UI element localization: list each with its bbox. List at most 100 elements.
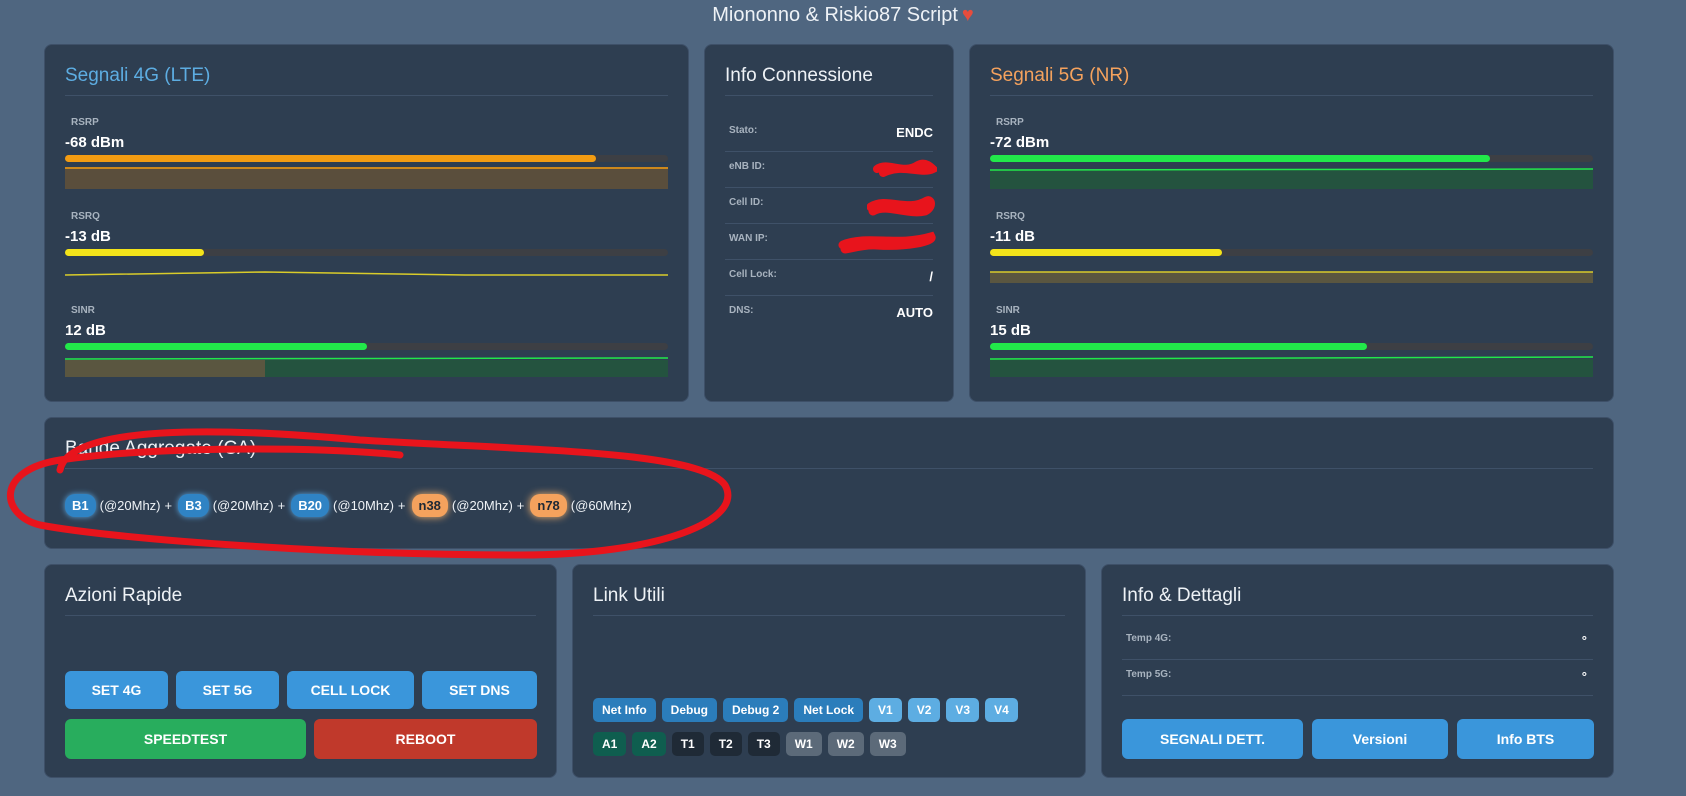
divider xyxy=(990,95,1593,96)
conn-key: eNB ID: xyxy=(729,161,766,172)
band-bandwidth: (@20Mhz) xyxy=(451,498,513,513)
lte-signals-card: Segnali 4G (LTE) RSRP -68 dBm RSRQ -13 d… xyxy=(44,44,689,402)
band-separator: + xyxy=(164,498,173,513)
link-w1[interactable]: W1 xyxy=(785,732,822,756)
conn-row-cellid: Cell ID: xyxy=(725,187,935,224)
conn-key: DNS: xyxy=(729,305,754,316)
temp-4g-label: Temp 4G: xyxy=(1126,633,1172,644)
lte-rsrp-bar xyxy=(65,155,668,162)
temp-5g-row: Temp 5G: ° xyxy=(1122,659,1593,696)
nr-sinr-fill xyxy=(990,343,1367,350)
link-a1[interactable]: A1 xyxy=(593,732,627,756)
speedtest-button[interactable]: SPEEDTEST xyxy=(65,719,306,759)
lte-sinr-value: 12 dB xyxy=(65,322,106,339)
set-4g-button[interactable]: SET 4G xyxy=(65,671,168,709)
temp-4g-row: Temp 4G: ° xyxy=(1122,623,1593,660)
band-bandwidth: (@60Mhz) xyxy=(570,498,632,513)
aggregated-bands-card: Bande Aggregate (CA) B1 (@20Mhz) + B3 (@… xyxy=(44,417,1614,549)
link-v1[interactable]: V1 xyxy=(869,698,902,722)
link-w2[interactable]: W2 xyxy=(827,732,864,756)
nr-rsrp-bar xyxy=(990,155,1593,162)
link-net-lock[interactable]: Net Lock xyxy=(794,698,864,722)
link-net-info[interactable]: Net Info xyxy=(593,698,656,722)
nr-rsrp-fill xyxy=(990,155,1491,162)
nr-rsrq-bar xyxy=(990,249,1593,256)
divider xyxy=(65,468,1593,469)
band-list: B1 (@20Mhz) + B3 (@20Mhz) + B20 (@10Mhz)… xyxy=(65,494,632,517)
conn-key: Stato: xyxy=(729,125,758,136)
lte-rsrq-history-line xyxy=(65,271,668,276)
nr-sinr-history-chart xyxy=(990,356,1593,377)
band-chip-n78: n78 xyxy=(530,494,567,517)
details-card-title: Info & Dettagli xyxy=(1122,585,1242,606)
page-title: Miononno & Riskio87 Script ♥ xyxy=(712,4,974,26)
set-5g-button[interactable]: SET 5G xyxy=(176,671,279,709)
band-chip-b1: B1 xyxy=(65,494,96,517)
nr-rsrq-history-area xyxy=(990,272,1593,283)
nr-rsrq-fill xyxy=(990,249,1223,256)
links-row-1: Net Info Debug Debug 2 Net Lock V1 V2 V3 V4 xyxy=(593,698,1024,722)
band-bandwidth: (@10Mhz) xyxy=(333,498,394,513)
conn-value: / xyxy=(929,269,933,284)
conn-row-enb: eNB ID: xyxy=(725,151,937,188)
link-debug[interactable]: Debug xyxy=(661,698,718,722)
lte-card-title: Segnali 4G (LTE) xyxy=(65,65,211,86)
links-row-2: A1 A2 T1 T2 T3 W1 W2 W3 xyxy=(593,732,912,756)
divider xyxy=(65,615,536,616)
conn-value: AUTO xyxy=(896,305,933,320)
lte-rsrq-history-chart xyxy=(65,271,668,276)
conn-key: WAN IP: xyxy=(729,233,768,244)
lte-rsrq-fill xyxy=(65,249,204,256)
lte-rsrp-value: -68 dBm xyxy=(65,134,125,151)
versioni-button[interactable]: Versioni xyxy=(1312,719,1448,759)
nr-rsrq-label: RSRQ xyxy=(996,211,1025,222)
actions-card-title: Azioni Rapide xyxy=(65,585,183,606)
heart-icon: ♥ xyxy=(961,4,974,26)
link-v4[interactable]: V4 xyxy=(985,698,1018,722)
segnali-dett-button[interactable]: SEGNALI DETT. xyxy=(1122,719,1303,759)
link-debug-2[interactable]: Debug 2 xyxy=(723,698,789,722)
nr-sinr-history-area xyxy=(990,359,1593,377)
conn-key: Cell ID: xyxy=(729,197,764,208)
nr-rsrq-value: -11 dB xyxy=(990,228,1036,245)
redaction-scribble xyxy=(838,231,936,254)
band-separator: + xyxy=(516,498,525,513)
lte-rsrq-label: RSRQ xyxy=(71,211,100,222)
link-w3[interactable]: W3 xyxy=(869,732,906,756)
nr-sinr-value: 15 dB xyxy=(990,322,1031,339)
conn-row-stato: Stato: ENDC xyxy=(725,115,933,152)
divider xyxy=(65,95,668,96)
conn-key: Cell Lock: xyxy=(729,269,777,280)
conn-row-celllock: Cell Lock: / xyxy=(725,259,933,296)
cell-lock-button[interactable]: CELL LOCK xyxy=(287,671,414,709)
link-t3[interactable]: T3 xyxy=(747,732,780,756)
lte-sinr-history-area-1 xyxy=(65,360,265,377)
link-a2[interactable]: A2 xyxy=(632,732,666,756)
band-separator: + xyxy=(277,498,286,513)
lte-sinr: SINR 12 dB xyxy=(65,305,668,377)
redaction-scribble xyxy=(867,196,935,217)
nr-signals-card: Segnali 5G (NR) RSRP -72 dBm RSRQ -11 dB… xyxy=(969,44,1614,402)
connection-info-card: Info Connessione Stato: ENDC eNB ID: Cel… xyxy=(704,44,954,402)
link-v2[interactable]: V2 xyxy=(907,698,941,722)
nr-rsrp-history-area xyxy=(990,170,1593,189)
quick-actions-card: Azioni Rapide SET 4G SET 5G CELL LOCK SE… xyxy=(44,564,557,778)
nr-rsrp-label: RSRP xyxy=(996,117,1024,128)
conn-row-wanip: WAN IP: xyxy=(725,223,936,260)
divider xyxy=(593,615,1065,616)
band-bandwidth: (@20Mhz) xyxy=(212,498,274,513)
reboot-button[interactable]: REBOOT xyxy=(314,719,537,759)
link-v3[interactable]: V3 xyxy=(946,698,980,722)
conn-value: ENDC xyxy=(896,125,933,140)
band-separator: + xyxy=(397,498,406,513)
band-chip-b20: B20 xyxy=(291,494,330,517)
band-chip-n38: n38 xyxy=(411,494,448,517)
conn-row-dns: DNS: AUTO xyxy=(725,295,933,331)
link-t2[interactable]: T2 xyxy=(709,732,742,756)
info-bts-button[interactable]: Info BTS xyxy=(1457,719,1594,759)
set-dns-button[interactable]: SET DNS xyxy=(422,671,537,709)
redaction-scribble xyxy=(873,159,937,177)
nr-rsrp-value: -72 dBm xyxy=(990,134,1050,151)
info-details-card: Info & Dettagli Temp 4G: ° Temp 5G: ° SE… xyxy=(1101,564,1614,778)
link-t1[interactable]: T1 xyxy=(671,732,704,756)
